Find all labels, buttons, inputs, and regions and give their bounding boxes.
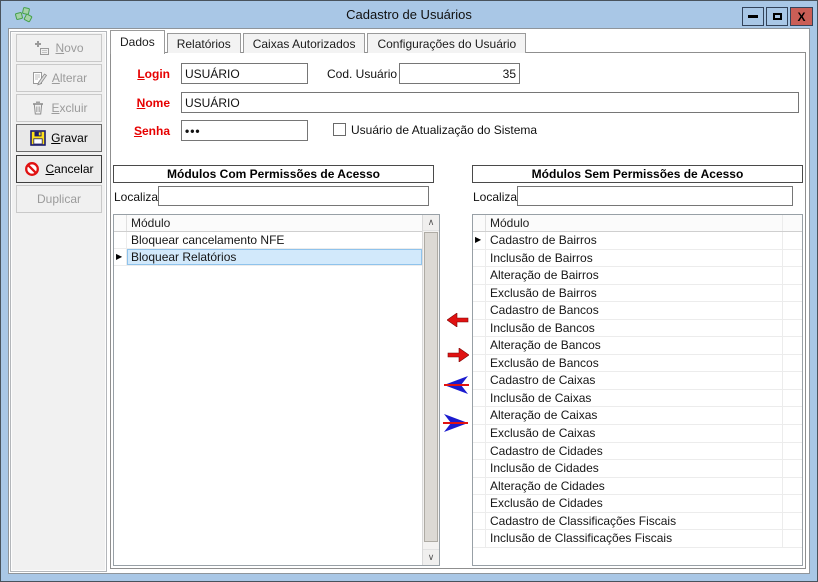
module-row[interactable]: ▶ Cadastro de Cidades: [473, 443, 802, 461]
update-user-checkbox[interactable]: [333, 123, 346, 136]
tab-dados[interactable]: Dados: [110, 30, 165, 54]
module-row[interactable]: ▶ Inclusão de Caixas: [473, 390, 802, 408]
module-row[interactable]: ▶ Cadastro de Classificações Fiscais: [473, 513, 802, 531]
sidebar-button-novo[interactable]: Novo: [16, 34, 102, 62]
window: Cadastro de Usuários X Novo Alterar Excl…: [0, 0, 818, 582]
minimize-button[interactable]: [742, 7, 764, 26]
module-row[interactable]: ▶ Exclusão de Bancos: [473, 355, 802, 373]
module-row[interactable]: ▶ Inclusão de Classificações Fiscais: [473, 530, 802, 548]
sidebar-button-duplicar[interactable]: Duplicar: [16, 185, 102, 213]
window-title: Cadastro de Usuários: [2, 1, 816, 28]
grid-rows: ▶ Cadastro de Bairros ▶ Inclusão de Bair…: [473, 232, 802, 548]
nome-input[interactable]: [181, 92, 799, 113]
module-row[interactable]: ▶ Inclusão de Bairros: [473, 250, 802, 268]
module-row[interactable]: ▶ Bloquear Relatórios: [114, 249, 422, 266]
login-label: Login: [111, 67, 170, 81]
module-row[interactable]: ▶ Cadastro de Bairros: [473, 232, 802, 250]
module-row[interactable]: ▶ Alteração de Bairros: [473, 267, 802, 285]
module-row[interactable]: ▶ Bloquear cancelamento NFE: [114, 232, 422, 249]
sidebar-button-excluir[interactable]: Excluir: [16, 94, 102, 122]
window-controls: X: [742, 7, 813, 26]
modules-with-access-grid: Módulo ▶ Bloquear cancelamento NFE ▶ Blo…: [113, 214, 440, 566]
grid-header-row: Módulo: [114, 215, 422, 232]
module-row[interactable]: ▶ Exclusão de Bairros: [473, 285, 802, 303]
blue-left-arrow-icon: [443, 375, 469, 395]
current-row-marker-icon: ▶: [475, 236, 481, 244]
scrollbar-thumb[interactable]: [424, 232, 438, 542]
left-search-input[interactable]: [158, 186, 429, 206]
grid-gutter: [473, 215, 486, 231]
current-row-marker-icon: ▶: [116, 253, 122, 261]
right-panel-title: Módulos Sem Permissões de Acesso: [472, 165, 803, 183]
module-row[interactable]: ▶ Alteração de Cidades: [473, 478, 802, 496]
module-row[interactable]: ▶ Alteração de Bancos: [473, 337, 802, 355]
red-right-arrow-icon: [447, 348, 469, 362]
minimize-icon: [748, 15, 758, 18]
new-record-icon: [34, 40, 50, 56]
grid-header-row: Módulo: [473, 215, 802, 232]
window-content: Novo Alterar Excluir Gravar Cancelar Dup…: [8, 28, 810, 574]
tab-caixas-autorizados[interactable]: Caixas Autorizados: [243, 33, 366, 53]
scroll-down-button[interactable]: ∨: [423, 549, 439, 565]
save-icon: [30, 130, 46, 146]
sidebar-button-cancelar[interactable]: Cancelar: [16, 155, 102, 183]
module-row[interactable]: ▶ Inclusão de Bancos: [473, 320, 802, 338]
column-header-modulo[interactable]: Módulo: [486, 215, 783, 231]
move-all-right-arrow[interactable]: [443, 412, 469, 434]
move-left-arrow[interactable]: [445, 309, 471, 331]
senha-label: Senha: [111, 124, 170, 138]
right-search-label: Localizar: [473, 190, 521, 204]
tabbar: Dados Relatórios Caixas Autorizados Conf…: [110, 30, 528, 53]
nome-label: Nome: [111, 96, 170, 110]
update-user-checkbox-label: Usuário de Atualização do Sistema: [351, 123, 537, 137]
modules-without-access-grid: Módulo ▶ Cadastro de Bairros ▶ Inclusão …: [472, 214, 803, 566]
module-row[interactable]: ▶ Exclusão de Caixas: [473, 425, 802, 443]
left-search-label: Localizar: [114, 190, 162, 204]
right-search-input[interactable]: [517, 186, 793, 206]
delete-icon: [30, 100, 46, 116]
maximize-button[interactable]: [766, 7, 788, 26]
close-icon: X: [797, 10, 805, 24]
tab-configuracoes-do-usuario[interactable]: Configurações do Usuário: [367, 33, 526, 53]
sidebar-button-gravar[interactable]: Gravar: [16, 124, 102, 152]
edit-icon: [31, 70, 47, 86]
grid-rows: ▶ Bloquear cancelamento NFE ▶ Bloquear R…: [114, 232, 422, 266]
cod-usuario-label: Cod. Usuário: [327, 67, 397, 81]
red-left-arrow-icon: [447, 313, 469, 327]
login-input[interactable]: [181, 63, 308, 84]
grid-gutter: [114, 215, 127, 231]
tab-relatorios[interactable]: Relatórios: [167, 33, 241, 53]
move-all-left-arrow[interactable]: [443, 374, 469, 396]
close-button[interactable]: X: [790, 7, 813, 26]
sidebar-button-alterar[interactable]: Alterar: [16, 64, 102, 92]
module-row[interactable]: ▶ Inclusão de Cidades: [473, 460, 802, 478]
left-panel-title: Módulos Com Permissões de Acesso: [113, 165, 434, 183]
sidebar: Novo Alterar Excluir Gravar Cancelar Dup…: [10, 31, 107, 572]
module-row[interactable]: ▶ Alteração de Caixas: [473, 407, 802, 425]
cod-usuario-input[interactable]: [399, 63, 520, 84]
maximize-icon: [773, 13, 782, 20]
senha-input[interactable]: [181, 120, 308, 141]
module-row[interactable]: ▶ Cadastro de Caixas: [473, 372, 802, 390]
vertical-scrollbar[interactable]: ∧ ∨: [422, 215, 439, 565]
column-header-modulo[interactable]: Módulo: [127, 215, 170, 231]
module-row[interactable]: ▶ Exclusão de Cidades: [473, 495, 802, 513]
scroll-up-button[interactable]: ∧: [423, 215, 439, 231]
cancel-icon: [24, 161, 40, 177]
module-row[interactable]: ▶ Cadastro de Bancos: [473, 302, 802, 320]
titlebar: Cadastro de Usuários X: [2, 1, 816, 28]
move-right-arrow[interactable]: [445, 344, 471, 366]
blue-right-arrow-icon: [443, 413, 469, 433]
tab-page-dados: Login Cod. Usuário Nome Senha Usuário de…: [110, 52, 806, 569]
